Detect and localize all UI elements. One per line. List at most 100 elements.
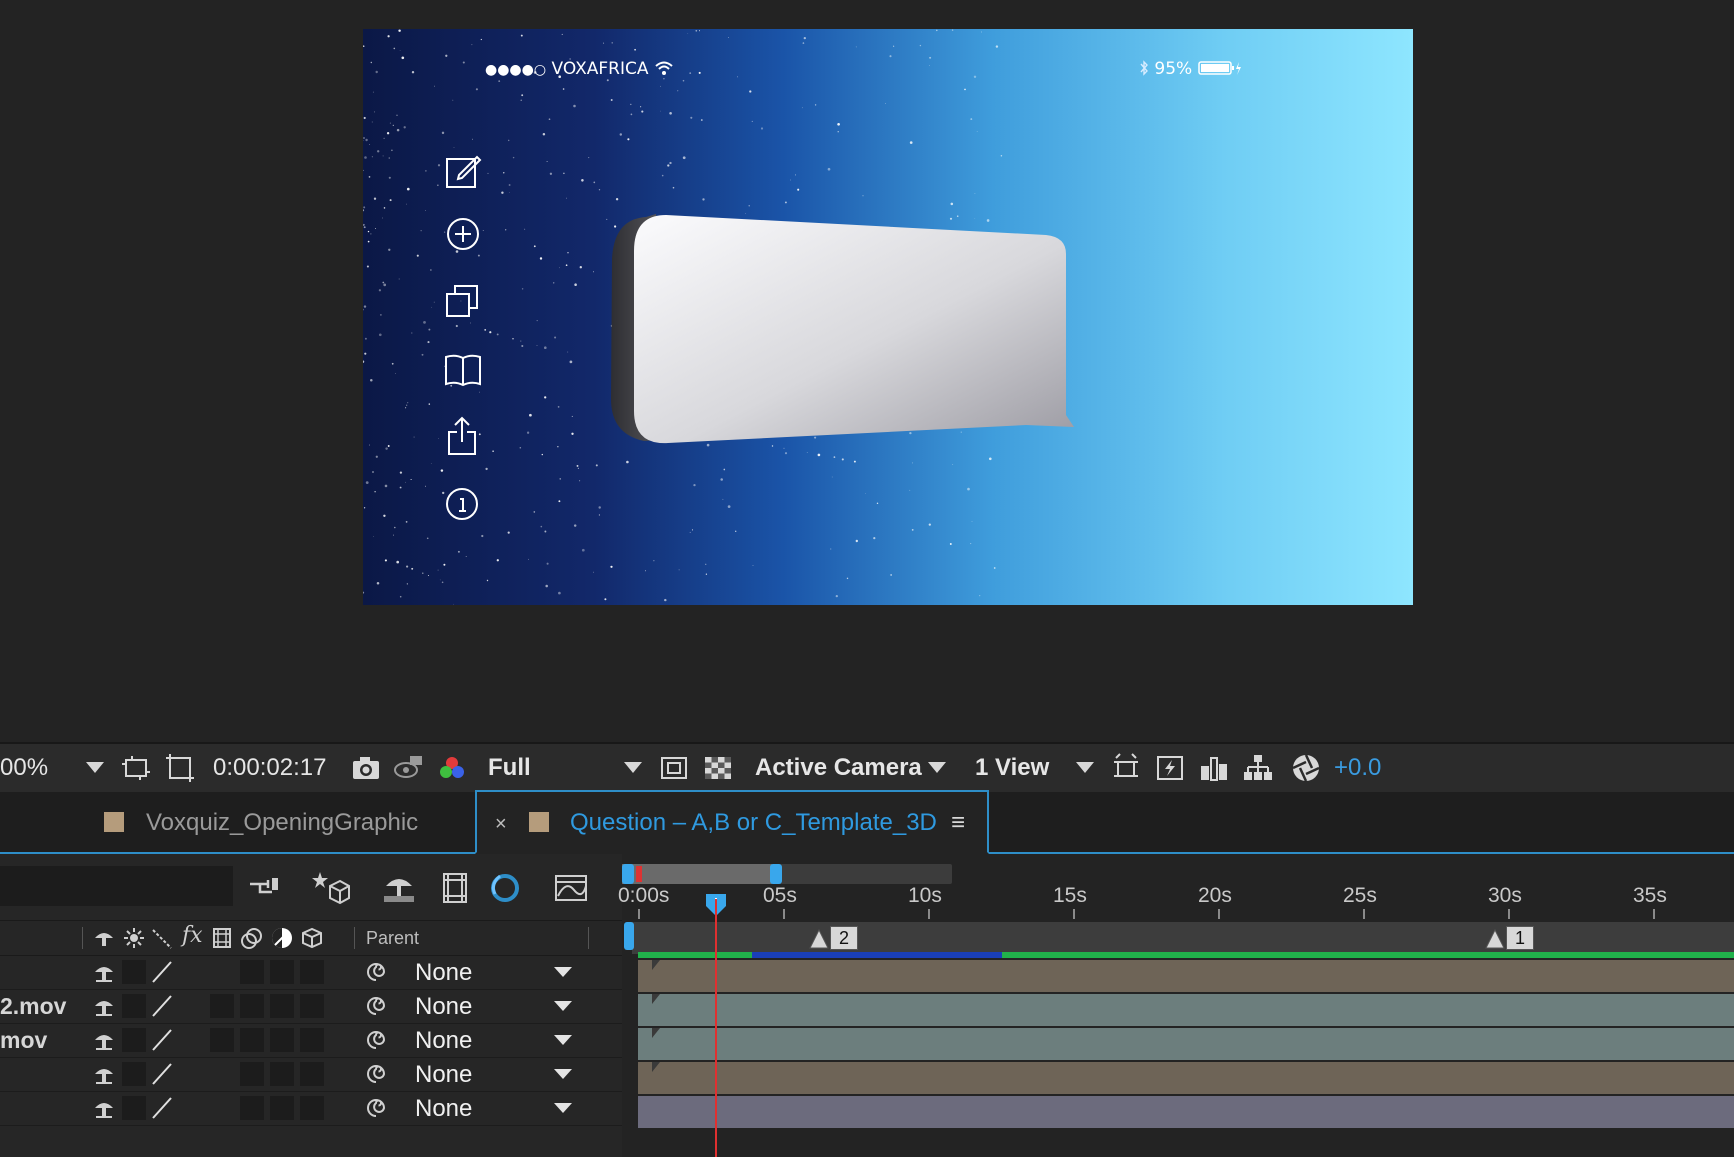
pick-whip-icon[interactable]: [364, 960, 388, 984]
exposure-icon[interactable]: [1290, 752, 1322, 784]
zoom-level[interactable]: 00%: [0, 754, 48, 782]
tab-question-template-3d[interactable]: × Question – A,B or C_Template_3D ≡: [475, 790, 989, 854]
view-layout-select[interactable]: 1 View: [975, 754, 1049, 782]
layer-row[interactable]: None: [0, 1057, 622, 1092]
flowchart-icon[interactable]: [1242, 752, 1274, 784]
parent-dropdown-icon[interactable]: [554, 1103, 572, 1113]
resolution-dropdown-icon[interactable]: [624, 762, 642, 773]
parent-dropdown-icon[interactable]: [554, 1069, 572, 1079]
composition-viewer[interactable]: ●●●●○ VOXAFRICA 95%: [0, 0, 1734, 742]
close-tab-icon[interactable]: ×: [495, 813, 507, 836]
collapse-switch[interactable]: [122, 1028, 146, 1052]
parent-dropdown-icon[interactable]: [554, 1035, 572, 1045]
checkerboard-icon[interactable]: [702, 752, 734, 784]
parent-select[interactable]: None: [415, 1027, 472, 1055]
timeline-panel-icon[interactable]: [1198, 752, 1230, 784]
composition-marker[interactable]: 2: [808, 926, 859, 950]
tab-voxquiz-opening-graphic[interactable]: Voxquiz_OpeningGraphic: [0, 792, 475, 850]
frame-blend-switch[interactable]: [210, 994, 234, 1018]
adjustment-layer-switch[interactable]: [270, 1028, 294, 1052]
panel-menu-icon[interactable]: ≡: [951, 809, 965, 837]
collapse-switch[interactable]: [122, 960, 146, 984]
pick-whip-icon[interactable]: [364, 994, 388, 1018]
draft-3d-icon[interactable]: [312, 868, 350, 906]
collapse-switch[interactable]: [122, 1062, 146, 1086]
zoom-dropdown-icon[interactable]: [86, 762, 104, 773]
show-snapshot-icon[interactable]: [392, 752, 424, 784]
layer-duration-bar[interactable]: [638, 960, 1734, 992]
collapse-switch[interactable]: [122, 1096, 146, 1120]
layer-row[interactable]: None: [0, 1091, 622, 1126]
quality-switch-icon[interactable]: [150, 1096, 174, 1120]
shy-switch-icon[interactable]: [92, 1096, 116, 1120]
layer-duration-bar[interactable]: [638, 1096, 1734, 1128]
adjustment-layer-switch[interactable]: [270, 960, 294, 984]
region-of-interest-icon[interactable]: [120, 752, 152, 784]
motion-blur-switch[interactable]: [240, 1096, 264, 1120]
parent-select[interactable]: None: [415, 959, 472, 987]
layer-row[interactable]: mov None: [0, 1023, 622, 1058]
view-layout-dropdown-icon[interactable]: [1076, 762, 1094, 773]
time-ruler[interactable]: 0:00s 05s 10s 15s 20s 25s 30s 35s: [618, 854, 1734, 922]
quality-switch-icon[interactable]: [150, 1028, 174, 1052]
frame-blending-icon[interactable]: [436, 868, 474, 906]
quality-switch-icon[interactable]: [150, 1062, 174, 1086]
frame-blend-switch[interactable]: [210, 1028, 234, 1052]
motion-blur-switch[interactable]: [240, 1062, 264, 1086]
composition-frame[interactable]: ●●●●○ VOXAFRICA 95%: [363, 29, 1413, 605]
collapse-switch[interactable]: [122, 994, 146, 1018]
layer-row[interactable]: None: [0, 955, 622, 990]
resolution-select[interactable]: Full: [488, 754, 531, 782]
3d-layer-switch[interactable]: [300, 994, 324, 1018]
work-area-start-handle[interactable]: [624, 922, 634, 950]
exposure-value[interactable]: +0.0: [1334, 754, 1381, 782]
quality-switch-icon[interactable]: [150, 994, 174, 1018]
parent-select[interactable]: None: [415, 1095, 472, 1123]
3d-layer-switch[interactable]: [300, 1096, 324, 1120]
motion-blur-switch[interactable]: [240, 994, 264, 1018]
shy-switch-icon[interactable]: [92, 960, 116, 984]
shy-switch-icon[interactable]: [92, 994, 116, 1018]
pick-whip-icon[interactable]: [364, 1062, 388, 1086]
3d-layer-switch[interactable]: [300, 960, 324, 984]
fast-preview-lightning-icon[interactable]: [1154, 752, 1186, 784]
pick-whip-icon[interactable]: [364, 1096, 388, 1120]
parent-dropdown-icon[interactable]: [554, 967, 572, 977]
pick-whip-icon[interactable]: [364, 1028, 388, 1052]
composition-marker-track[interactable]: 2 1: [624, 922, 1734, 954]
composition-mini-flowchart-icon[interactable]: [246, 868, 284, 906]
layer-name[interactable]: 2.mov: [0, 993, 66, 1020]
layer-duration-bar[interactable]: [638, 1028, 1734, 1060]
quality-switch-icon[interactable]: [150, 960, 174, 984]
adjustment-layer-switch[interactable]: [270, 1062, 294, 1086]
speech-bubble-3d[interactable]: [596, 179, 1136, 479]
layer-search-input[interactable]: [0, 866, 233, 906]
composition-marker[interactable]: 1: [1484, 926, 1535, 950]
shy-switch-icon[interactable]: [92, 1028, 116, 1052]
layer-duration-bar[interactable]: [638, 1062, 1734, 1094]
parent-dropdown-icon[interactable]: [554, 1001, 572, 1011]
timeline-panel[interactable]: 0:00s 05s 10s 15s 20s 25s 30s 35s 2 1: [618, 854, 1734, 1157]
adjustment-layer-switch[interactable]: [270, 994, 294, 1018]
motion-blur-switch[interactable]: [240, 1028, 264, 1052]
graph-editor-icon[interactable]: [552, 868, 590, 906]
motion-blur-icon[interactable]: [486, 868, 524, 906]
hide-shy-layers-icon[interactable]: [380, 868, 418, 906]
3d-layer-switch[interactable]: [300, 1028, 324, 1052]
fast-previews-icon[interactable]: [658, 752, 690, 784]
layer-row[interactable]: 2.mov None: [0, 989, 622, 1024]
camera-select[interactable]: Active Camera: [755, 754, 922, 782]
channel-rgb-icon[interactable]: [436, 752, 468, 784]
shy-switch-icon[interactable]: [92, 1062, 116, 1086]
parent-select[interactable]: None: [415, 1061, 472, 1089]
transparency-grid-icon[interactable]: [164, 752, 196, 784]
layer-duration-bar[interactable]: [638, 994, 1734, 1026]
layer-name[interactable]: mov: [0, 1027, 47, 1054]
toggle-pixel-aspect-icon[interactable]: [1110, 752, 1142, 784]
camera-dropdown-icon[interactable]: [928, 762, 946, 773]
3d-layer-switch[interactable]: [300, 1062, 324, 1086]
motion-blur-switch[interactable]: [240, 960, 264, 984]
snapshot-camera-icon[interactable]: [350, 752, 382, 784]
current-timecode[interactable]: 0:00:02:17: [213, 754, 326, 782]
adjustment-layer-switch[interactable]: [270, 1096, 294, 1120]
